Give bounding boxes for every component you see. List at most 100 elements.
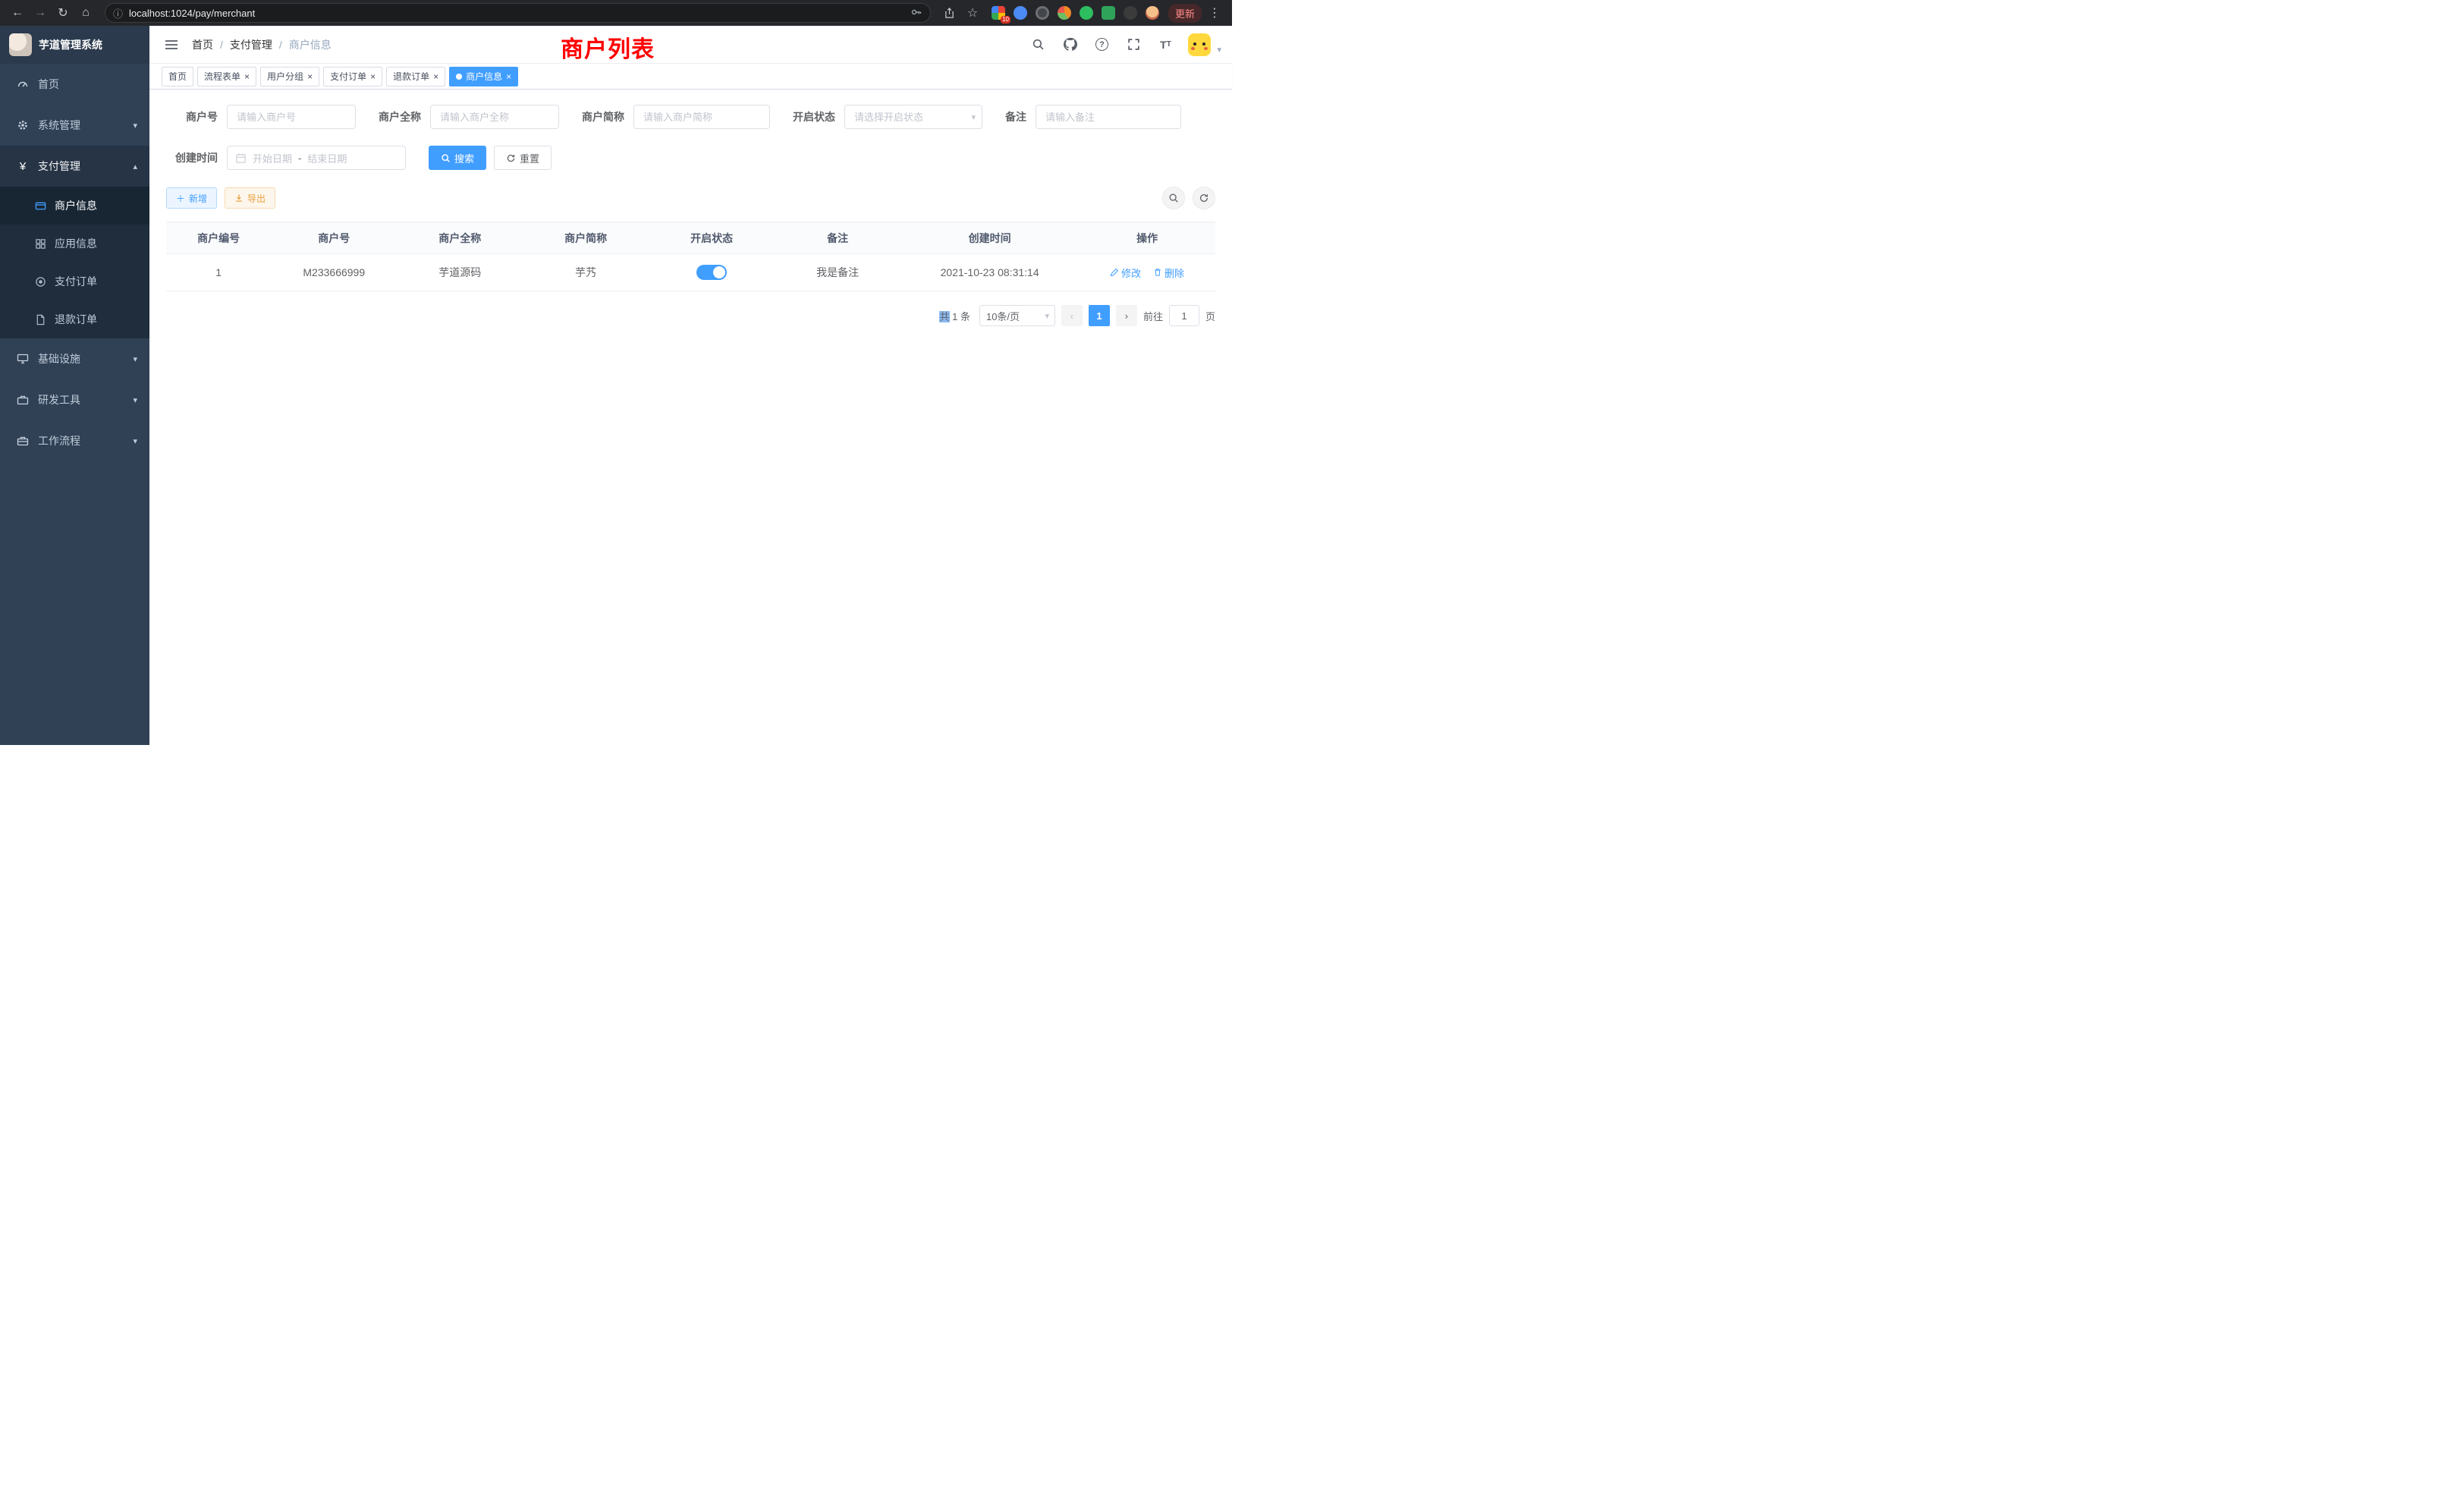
merchant-table: 商户编号 商户号 商户全称 商户简称 开启状态 备注 创建时间 操作 1 M23… [166, 222, 1215, 291]
sidebar-item-refund-order[interactable]: 退款订单 [0, 300, 149, 338]
cell-short-name: 芋艿 [523, 254, 649, 291]
tab-user-group[interactable]: 用户分组 × [260, 67, 319, 86]
extension-knot-icon[interactable] [1124, 6, 1137, 20]
filter-row-2: 创建时间 开始日期 - 结束日期 搜索 重置 [166, 146, 1215, 170]
briefcase-icon [15, 435, 30, 447]
close-icon[interactable]: × [307, 71, 313, 82]
status-toggle[interactable] [696, 265, 727, 280]
chrome-update-button[interactable]: 更新 [1168, 4, 1202, 23]
start-date-placeholder: 开始日期 [253, 151, 292, 165]
page-size-select[interactable]: 10条/页 ▾ [979, 305, 1055, 326]
delete-button[interactable]: 删除 [1153, 266, 1184, 280]
search-icon [1168, 193, 1179, 203]
page-unit-label: 页 [1205, 309, 1215, 323]
extension-dark-icon[interactable] [1036, 6, 1049, 20]
sidebar-item-workflow[interactable]: 工作流程 ▾ [0, 420, 149, 461]
tab-flow-form[interactable]: 流程表单 × [197, 67, 256, 86]
edit-button[interactable]: 修改 [1110, 266, 1141, 280]
prev-page-button[interactable]: ‹ [1061, 305, 1083, 326]
status-select[interactable] [844, 105, 982, 129]
sidebar-item-app-info[interactable]: 应用信息 [0, 225, 149, 262]
add-button[interactable]: ＋ 新增 [166, 187, 217, 209]
yen-icon: ¥ [15, 160, 30, 173]
sidebar-item-home[interactable]: 首页 [0, 64, 149, 105]
breadcrumb-home[interactable]: 首页 [192, 37, 213, 52]
search-button[interactable]: 搜索 [429, 146, 486, 170]
extension-multicolor-icon[interactable] [1058, 6, 1071, 20]
pay-submenu: 商户信息 应用信息 支付订单 [0, 187, 149, 338]
sidebar-item-system[interactable]: 系统管理 ▾ [0, 105, 149, 146]
sidebar-item-pay-order[interactable]: 支付订单 [0, 262, 149, 300]
tab-refund-order[interactable]: 退款订单 × [386, 67, 445, 86]
status-label: 开启状态 [793, 109, 835, 124]
tab-pay-order[interactable]: 支付订单 × [323, 67, 382, 86]
reset-button[interactable]: 重置 [494, 146, 552, 170]
next-page-button[interactable]: › [1116, 305, 1137, 326]
app-logo[interactable]: 芋道管理系统 [0, 26, 149, 64]
remark-input[interactable] [1036, 105, 1181, 129]
font-size-icon[interactable]: TT [1156, 36, 1174, 54]
sidebar-item-infra[interactable]: 基础设施 ▾ [0, 338, 149, 379]
avatar-caret-icon[interactable]: ▾ [1217, 45, 1221, 56]
sidebar-item-dev-tools[interactable]: 研发工具 ▾ [0, 379, 149, 420]
goto-page-input[interactable] [1169, 305, 1199, 326]
refresh-icon [1199, 193, 1209, 203]
toggle-search-button[interactable] [1162, 187, 1185, 209]
extensions-row: 10 [992, 6, 1159, 20]
password-key-icon[interactable] [910, 6, 922, 20]
browser-menu-icon[interactable]: ⋮ [1205, 3, 1224, 23]
tab-label: 首页 [168, 70, 187, 83]
extension-grid-icon[interactable]: 10 [992, 6, 1005, 20]
reload-icon[interactable]: ↻ [53, 3, 73, 23]
hamburger-icon[interactable] [160, 33, 183, 56]
bookmark-star-icon[interactable]: ☆ [963, 3, 982, 23]
tab-home[interactable]: 首页 [162, 67, 193, 86]
breadcrumb: 首页 / 支付管理 / 商户信息 [192, 37, 332, 52]
close-icon[interactable]: × [244, 71, 250, 82]
monitor-icon [15, 353, 30, 365]
short-name-input[interactable] [633, 105, 770, 129]
extension-green-icon[interactable] [1080, 6, 1093, 20]
merchant-no-input[interactable] [227, 105, 356, 129]
github-icon[interactable] [1061, 36, 1079, 54]
close-icon[interactable]: × [506, 71, 511, 82]
search-icon [441, 153, 451, 163]
close-icon[interactable]: × [370, 71, 376, 82]
fullscreen-icon[interactable] [1124, 36, 1142, 54]
tab-label: 用户分组 [267, 70, 303, 83]
export-button[interactable]: 导出 [225, 187, 275, 209]
col-merchant-id: 商户编号 [166, 222, 271, 254]
target-icon [33, 276, 47, 288]
back-icon[interactable]: ← [8, 3, 27, 23]
help-icon[interactable]: ? [1092, 36, 1111, 54]
col-create-time: 创建时间 [900, 222, 1079, 254]
sidebar-item-merchant-info[interactable]: 商户信息 [0, 187, 149, 225]
trash-icon [1153, 268, 1162, 277]
page-1-button[interactable]: 1 [1089, 305, 1110, 326]
forward-icon[interactable]: → [30, 3, 50, 23]
site-info-icon[interactable]: ⓘ [113, 6, 123, 20]
sidebar-item-pay[interactable]: ¥ 支付管理 ▴ [0, 146, 149, 187]
extension-blue-icon[interactable] [1014, 6, 1027, 20]
share-icon[interactable] [940, 3, 960, 23]
sidebar-item-label: 研发工具 [38, 392, 80, 407]
extension-green-square-icon[interactable] [1102, 6, 1115, 20]
cell-create-time: 2021-10-23 08:31:14 [900, 254, 1079, 291]
sidebar-item-label: 系统管理 [38, 118, 80, 133]
home-icon[interactable]: ⌂ [76, 3, 96, 23]
date-range-picker[interactable]: 开始日期 - 结束日期 [227, 146, 406, 170]
search-icon[interactable] [1029, 36, 1047, 54]
close-icon[interactable]: × [433, 71, 438, 82]
tab-merchant-info[interactable]: 商户信息 × [449, 67, 518, 86]
page-content: 商户号 商户全称 商户简称 开启状态 ▾ [149, 90, 1232, 745]
profile-avatar[interactable] [1146, 6, 1159, 20]
user-avatar[interactable] [1188, 33, 1211, 56]
breadcrumb-section[interactable]: 支付管理 [230, 37, 272, 52]
tabs-bar: 首页 流程表单 × 用户分组 × 支付订单 × 退款订单 × 商户信息 × [149, 64, 1232, 90]
address-bar[interactable]: ⓘ localhost:1024/pay/merchant [105, 3, 931, 23]
col-short-name: 商户简称 [523, 222, 649, 254]
toolbox-icon [15, 394, 30, 406]
refresh-table-button[interactable] [1193, 187, 1215, 209]
goto-label: 前往 [1143, 309, 1163, 323]
full-name-input[interactable] [430, 105, 559, 129]
